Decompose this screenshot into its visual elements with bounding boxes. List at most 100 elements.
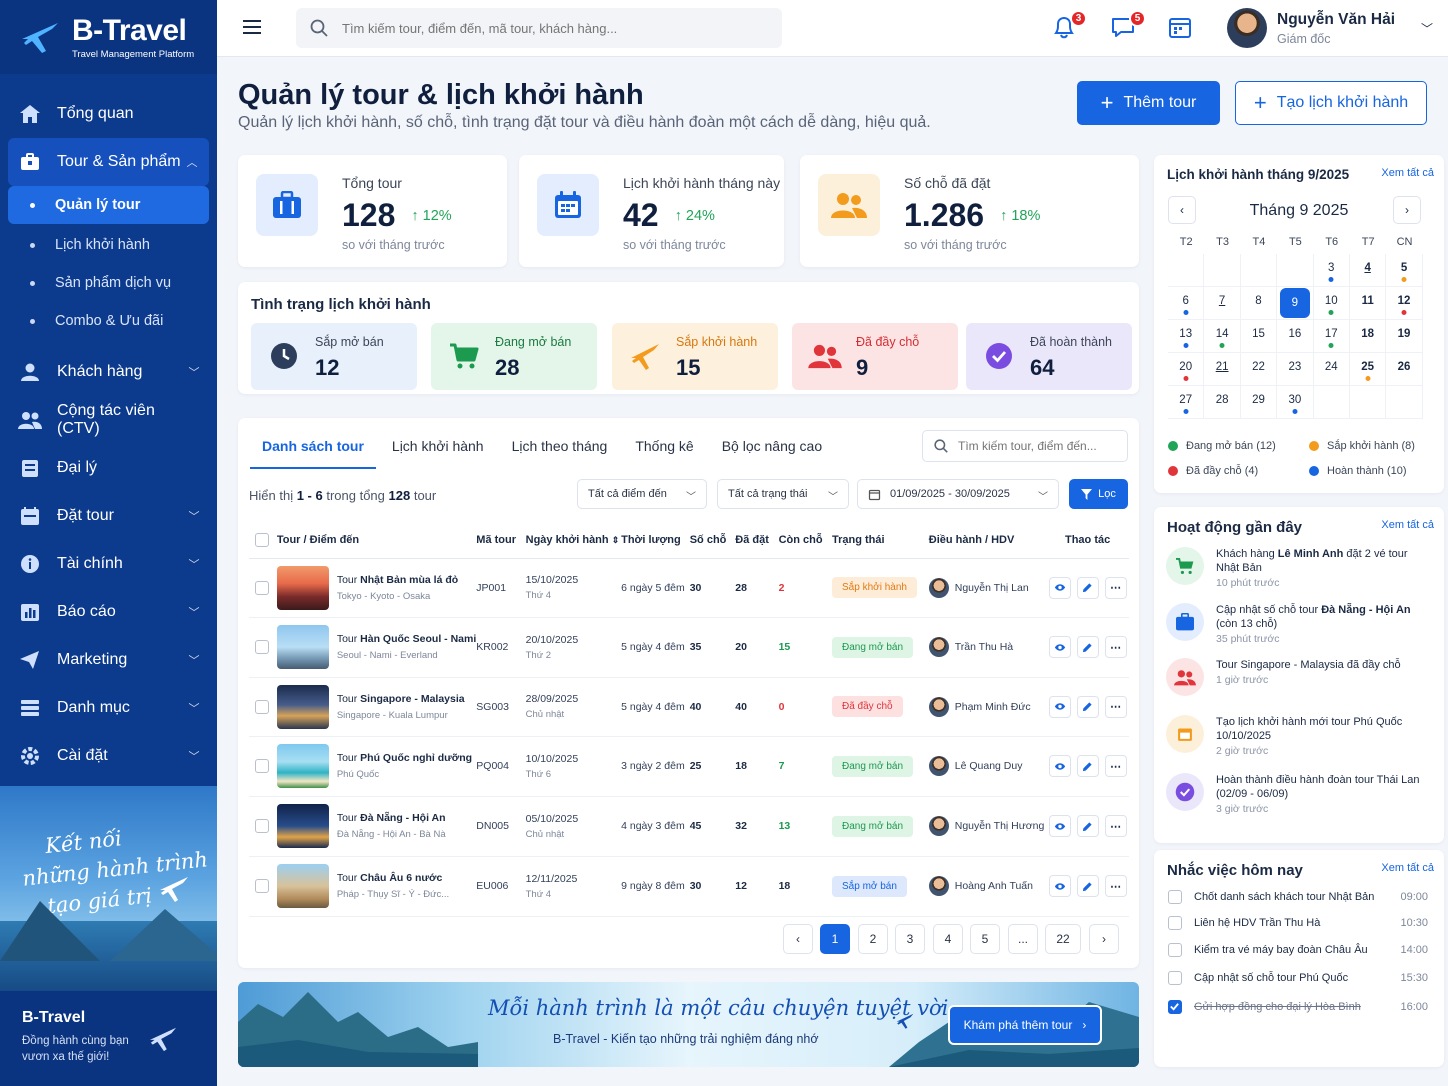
page-1[interactable]: 1 bbox=[820, 924, 850, 954]
calendar-day[interactable]: 16 bbox=[1277, 320, 1314, 353]
tour-name[interactable]: Tour Nhật Bản mùa lá đỏ bbox=[337, 574, 458, 586]
sidebar-item-bookings[interactable]: Đặt tour ﹀ bbox=[0, 492, 217, 540]
global-search-input[interactable] bbox=[342, 20, 762, 36]
sidebar-item-overview[interactable]: Tổng quan bbox=[0, 90, 217, 138]
tab-tour-list[interactable]: Danh sách tour bbox=[250, 432, 376, 469]
page-5[interactable]: 5 bbox=[970, 924, 1000, 954]
table-search[interactable] bbox=[922, 430, 1128, 462]
calendar-day[interactable]: 3 bbox=[1313, 254, 1350, 287]
sidebar-sub-combos[interactable]: Combo & Ưu đãi bbox=[8, 302, 209, 340]
add-schedule-button[interactable]: + Tạo lịch khởi hành bbox=[1235, 81, 1427, 125]
more-button[interactable]: ⋯ bbox=[1104, 636, 1127, 658]
tour-name[interactable]: Tour Phú Quốc nghỉ dưỡng bbox=[337, 752, 472, 764]
row-checkbox[interactable] bbox=[255, 819, 269, 833]
calendar-day[interactable]: 9 bbox=[1277, 287, 1314, 320]
tab-stats[interactable]: Thống kê bbox=[623, 432, 705, 468]
date-range-filter[interactable]: 01/09/2025 - 30/09/2025 ﹀ bbox=[857, 479, 1059, 509]
row-checkbox[interactable] bbox=[255, 580, 269, 595]
calendar-day[interactable]: 10 bbox=[1313, 287, 1350, 320]
tour-name[interactable]: Tour Đà Nẵng - Hội An bbox=[337, 812, 446, 824]
row-checkbox[interactable] bbox=[255, 759, 269, 773]
calendar-day[interactable]: 21 bbox=[1204, 353, 1241, 386]
sidebar-item-catalog[interactable]: Danh mục ﹀ bbox=[0, 684, 217, 732]
global-search[interactable] bbox=[296, 8, 782, 48]
calendar-day[interactable]: 8 bbox=[1240, 287, 1278, 320]
page-3[interactable]: 3 bbox=[895, 924, 925, 954]
sidebar-item-collaborators[interactable]: Cộng tác viên (CTV) bbox=[0, 396, 217, 444]
calendar-day[interactable]: 12 bbox=[1386, 287, 1423, 320]
sidebar-sub-tour-management[interactable]: Quản lý tour bbox=[8, 186, 209, 224]
sidebar-sub-products[interactable]: Sản phẩm dịch vụ bbox=[8, 264, 209, 302]
view-all-link[interactable]: Xem tất cả bbox=[1381, 862, 1434, 874]
table-row[interactable]: Tour Nhật Bản mùa lá đỏ Tokyo - Kyoto - O… bbox=[249, 558, 1129, 618]
calendar-day[interactable]: 5 bbox=[1386, 254, 1423, 287]
destination-filter[interactable]: Tất cả điểm đến ﹀ bbox=[577, 479, 707, 509]
view-all-link[interactable]: Xem tất cả bbox=[1381, 167, 1434, 179]
more-button[interactable]: ⋯ bbox=[1104, 875, 1127, 897]
edit-button[interactable] bbox=[1076, 576, 1099, 599]
view-button[interactable] bbox=[1048, 636, 1071, 658]
calendar-day[interactable]: 11 bbox=[1349, 287, 1387, 320]
table-search-input[interactable] bbox=[958, 439, 1108, 453]
edit-button[interactable] bbox=[1076, 695, 1099, 718]
calendar-day[interactable]: 4 bbox=[1349, 254, 1387, 287]
calendar-day[interactable]: 22 bbox=[1240, 353, 1278, 386]
row-checkbox[interactable] bbox=[255, 640, 269, 654]
activity-item[interactable]: Khách hàng Lê Minh Anh đặt 2 vé tour Nhậ… bbox=[1166, 547, 1426, 589]
status-card-on-sale[interactable]: Đang mở bán 28 bbox=[431, 323, 597, 390]
calendar-day[interactable]: 25 bbox=[1349, 353, 1387, 386]
tab-schedules[interactable]: Lịch khởi hành bbox=[380, 432, 496, 468]
menu-icon[interactable] bbox=[243, 18, 263, 36]
calendar-button[interactable] bbox=[1167, 14, 1195, 42]
table-row[interactable]: Tour Đà Nẵng - Hội An Đà Nẵng - Hội An - … bbox=[249, 796, 1129, 857]
sidebar-item-customers[interactable]: Khách hàng ﹀ bbox=[0, 348, 217, 396]
activity-item[interactable]: Cập nhật số chỗ tour Đà Nẵng - Hội An (c… bbox=[1166, 603, 1426, 645]
calendar-day[interactable]: 28 bbox=[1204, 386, 1241, 419]
messages-button[interactable]: 5 bbox=[1110, 10, 1146, 42]
reminder-checkbox[interactable] bbox=[1168, 971, 1182, 985]
next-month-button[interactable]: › bbox=[1393, 196, 1421, 224]
next-page-button[interactable]: › bbox=[1089, 924, 1119, 954]
more-button[interactable]: ⋯ bbox=[1104, 815, 1127, 837]
tab-monthly[interactable]: Lịch theo tháng bbox=[500, 432, 620, 468]
table-row[interactable]: Tour Châu Âu 6 nước Pháp - Thụy Sĩ - Ý - … bbox=[249, 856, 1129, 917]
tab-advanced-filter[interactable]: Bộ lọc nâng cao bbox=[710, 432, 834, 468]
sidebar-item-reports[interactable]: Báo cáo ﹀ bbox=[0, 588, 217, 636]
filter-button[interactable]: Lọc bbox=[1069, 479, 1128, 509]
row-checkbox[interactable] bbox=[255, 879, 269, 893]
view-button[interactable] bbox=[1048, 695, 1071, 718]
status-card-departing-soon[interactable]: Sắp khởi hành 15 bbox=[612, 323, 778, 390]
activity-item[interactable]: Tour Singapore - Malaysia đã đầy chỗ 1 g… bbox=[1166, 658, 1426, 696]
prev-page-button[interactable]: ‹ bbox=[783, 924, 813, 954]
calendar-day[interactable]: 26 bbox=[1386, 353, 1423, 386]
calendar-day[interactable]: 23 bbox=[1277, 353, 1314, 386]
status-filter[interactable]: Tất cả trạng thái ﹀ bbox=[717, 479, 849, 509]
reminder-checkbox[interactable] bbox=[1168, 916, 1182, 930]
page-4[interactable]: 4 bbox=[933, 924, 963, 954]
tour-name[interactable]: Tour Hàn Quốc Seoul - Nami bbox=[337, 633, 476, 645]
calendar-day[interactable]: 27 bbox=[1168, 386, 1205, 419]
sidebar-item-tours[interactable]: Tour & Sản phẩm ︿ bbox=[8, 138, 209, 186]
edit-button[interactable] bbox=[1076, 815, 1099, 837]
calendar-day[interactable]: 29 bbox=[1240, 386, 1278, 419]
status-card-full[interactable]: Đã đầy chỗ 9 bbox=[792, 323, 958, 390]
sidebar-item-settings[interactable]: Cài đặt ﹀ bbox=[0, 732, 217, 780]
more-button[interactable]: ⋯ bbox=[1104, 695, 1127, 718]
edit-button[interactable] bbox=[1076, 755, 1099, 777]
page-2[interactable]: 2 bbox=[858, 924, 888, 954]
edit-button[interactable] bbox=[1076, 875, 1099, 897]
brand-logo[interactable]: B-Travel Travel Management Platform bbox=[0, 0, 217, 74]
reminder-checkbox[interactable] bbox=[1168, 943, 1182, 957]
view-button[interactable] bbox=[1048, 875, 1071, 897]
reminder-checkbox[interactable] bbox=[1168, 1000, 1182, 1014]
sidebar-item-marketing[interactable]: Marketing ﹀ bbox=[0, 636, 217, 684]
view-button[interactable] bbox=[1048, 815, 1071, 837]
calendar-day[interactable]: 15 bbox=[1240, 320, 1278, 353]
view-button[interactable] bbox=[1048, 755, 1071, 777]
status-card-upcoming-sale[interactable]: Sắp mở bán 12 bbox=[251, 323, 417, 390]
calendar-day[interactable]: 14 bbox=[1204, 320, 1241, 353]
activity-item[interactable]: Tạo lịch khởi hành mới tour Phú Quốc 10/… bbox=[1166, 715, 1426, 757]
status-card-completed[interactable]: Đã hoàn thành 64 bbox=[966, 323, 1132, 390]
calendar-day[interactable]: 6 bbox=[1168, 287, 1205, 320]
calendar-day[interactable]: 19 bbox=[1386, 320, 1423, 353]
